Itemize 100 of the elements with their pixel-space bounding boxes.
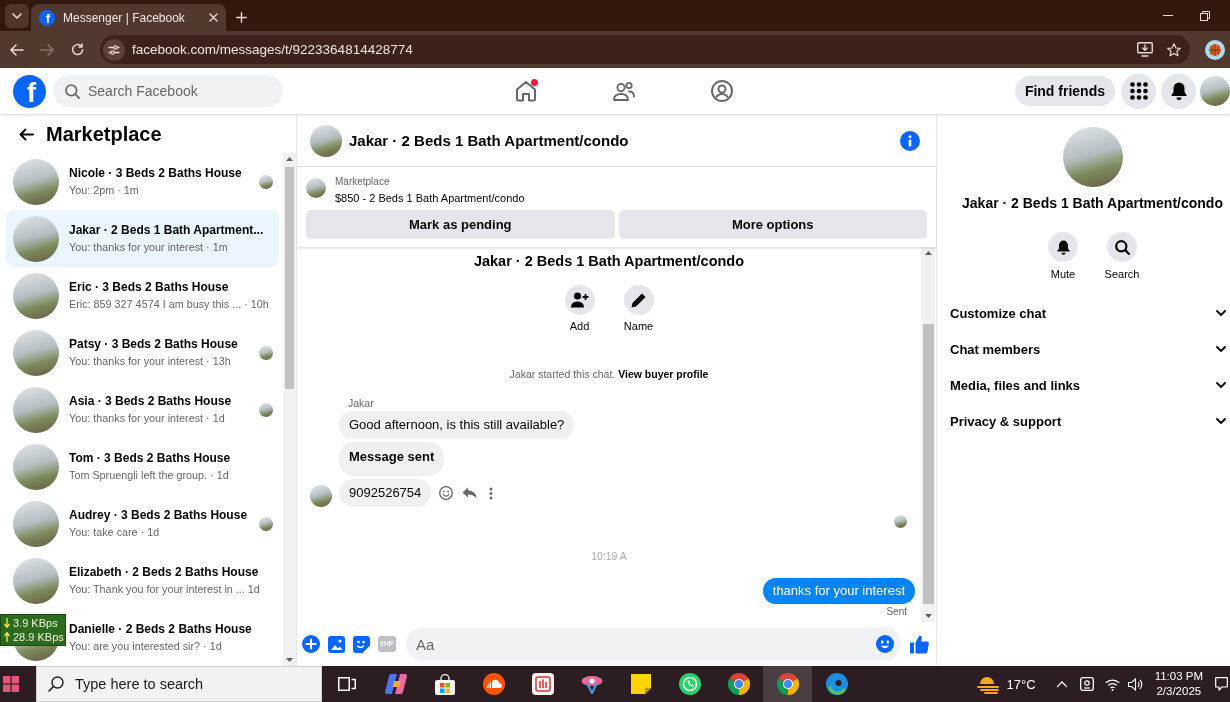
reload-icon[interactable] bbox=[70, 43, 84, 56]
menu-button[interactable] bbox=[1121, 73, 1156, 109]
clock-date[interactable]: 2/3/2025 bbox=[1156, 684, 1202, 699]
profile-photo[interactable] bbox=[1200, 76, 1230, 106]
scroll-down-icon[interactable] bbox=[286, 658, 293, 662]
scrollbar[interactable] bbox=[921, 247, 935, 622]
scrollbar[interactable] bbox=[283, 153, 296, 666]
listing-action-button[interactable]: More options bbox=[618, 210, 927, 239]
home-icon[interactable] bbox=[515, 80, 537, 102]
profile-icon[interactable] bbox=[1205, 39, 1225, 60]
chevron-up-icon[interactable] bbox=[1055, 680, 1068, 688]
message-bubble: 9092526754 bbox=[339, 479, 432, 507]
task-view-icon bbox=[337, 677, 356, 691]
plus-circle-icon[interactable] bbox=[302, 635, 320, 653]
plus-icon[interactable] bbox=[236, 12, 247, 23]
windows-icon[interactable] bbox=[3, 676, 19, 692]
avatar-photo bbox=[13, 386, 59, 433]
weather-temperature[interactable]: 17°C bbox=[1006, 676, 1036, 692]
mute-button[interactable] bbox=[1048, 232, 1078, 262]
action-label: Add bbox=[569, 319, 590, 333]
message-field[interactable]: Aa bbox=[406, 627, 901, 661]
listing-title: $850 - 2 Beds 1 Bath Apartment/condo bbox=[335, 191, 525, 205]
bell-icon bbox=[1170, 82, 1187, 100]
people-icon[interactable] bbox=[613, 81, 635, 101]
sticker-icon[interactable] bbox=[353, 635, 370, 653]
camera-icon[interactable] bbox=[1079, 677, 1094, 691]
back-icon[interactable] bbox=[19, 127, 34, 141]
image-icon[interactable] bbox=[328, 635, 345, 653]
scroll-down-icon[interactable] bbox=[924, 614, 932, 618]
scrollbar-thumb[interactable] bbox=[922, 324, 934, 604]
conversation-item[interactable]: Tom · 3 Beds 2 Baths House Tom Spruengli left the group. · 1d bbox=[6, 438, 279, 495]
seen-avatar bbox=[894, 515, 907, 528]
upload-speed: 28.9 KBps bbox=[13, 630, 64, 644]
weather-icon[interactable] bbox=[976, 674, 1001, 694]
app-logo[interactable]: f bbox=[13, 74, 46, 108]
volume-icon[interactable] bbox=[1127, 677, 1143, 691]
browser-icon bbox=[727, 673, 750, 695]
slanted-tiles-icon bbox=[384, 673, 407, 695]
browser-tab[interactable]: f Messenger | Facebook bbox=[31, 4, 226, 31]
close-icon[interactable] bbox=[209, 13, 218, 22]
conversation-item[interactable]: Asia · 3 Beds 2 Baths House You: thanks for your interest · 1d bbox=[6, 381, 279, 438]
scrollbar-thumb[interactable] bbox=[285, 167, 294, 389]
tab-search-button[interactable] bbox=[5, 4, 29, 28]
notifications-button[interactable] bbox=[1161, 73, 1196, 109]
search-button[interactable] bbox=[1107, 232, 1137, 262]
conversation-title: Danielle · 2 Beds 2 Baths House bbox=[69, 621, 252, 637]
conversation-title: Patsy · 3 Beds 2 Baths House bbox=[69, 336, 238, 352]
message-preview: You: thanks for your interest · 1m bbox=[69, 240, 228, 255]
settings-section[interactable]: Media, files and links bbox=[937, 367, 1230, 403]
person-circle-icon[interactable] bbox=[711, 80, 733, 102]
address-bar[interactable]: facebook.com/messages/t/9223364814428774 bbox=[100, 35, 1190, 64]
emoji-icon[interactable] bbox=[876, 635, 894, 653]
conversation-item[interactable]: Eric · 3 Beds 2 Baths House Eric: 859 327 4574 I am busy this ... · 10h bbox=[6, 267, 279, 324]
listing-action-button[interactable]: Mark as pending bbox=[306, 210, 615, 239]
info-icon[interactable] bbox=[900, 130, 920, 151]
clock-time[interactable]: 11:03 PM bbox=[1154, 669, 1203, 684]
message-time: 10:19 A bbox=[591, 549, 627, 563]
smiley-icon[interactable] bbox=[439, 486, 454, 500]
wifi-icon[interactable] bbox=[1104, 677, 1120, 691]
install-icon[interactable] bbox=[1137, 42, 1153, 57]
conversation-item[interactable]: Jakar · 2 Beds 1 Bath Apartment... You: thanks for your interest · 1m bbox=[6, 210, 279, 267]
search-icon bbox=[65, 84, 80, 99]
add-button[interactable] bbox=[564, 285, 595, 315]
avatar-photo bbox=[13, 443, 59, 490]
avatar-photo bbox=[310, 124, 342, 157]
settings-section[interactable]: Customize chat bbox=[937, 295, 1230, 331]
more-icon[interactable] bbox=[489, 486, 494, 500]
search-field[interactable]: Search Facebook bbox=[53, 75, 283, 107]
find-friends-button[interactable]: Find friends bbox=[1014, 76, 1115, 106]
settings-section[interactable]: Privacy & support bbox=[937, 403, 1230, 439]
message-preview: You: 2pm · 1m bbox=[69, 183, 139, 198]
conversation-item[interactable]: Nicole · 3 Beds 2 Baths House You: 2pm · 1m bbox=[6, 153, 279, 210]
scroll-up-icon[interactable] bbox=[924, 251, 932, 255]
message-preview: Tom Spruengli left the group. · 1d bbox=[69, 468, 229, 483]
avatar-photo bbox=[13, 158, 59, 205]
notification-icon[interactable] bbox=[1215, 677, 1228, 691]
tune-icon[interactable] bbox=[103, 38, 125, 61]
conversation-title: Jakar · 2 Beds 1 Bath Apartment... bbox=[69, 222, 264, 238]
browser-icon bbox=[776, 673, 799, 695]
rename-button[interactable] bbox=[623, 285, 654, 315]
avatar-photo bbox=[13, 272, 59, 319]
message-preview: Eric: 859 327 4574 I am busy this ... · 10h bbox=[69, 297, 269, 312]
taskbar-search-field[interactable]: Type here to search bbox=[36, 666, 322, 702]
search-icon bbox=[48, 676, 64, 692]
restore-icon[interactable] bbox=[1200, 10, 1210, 21]
conversation-title: Audrey · 3 Beds 2 Baths House bbox=[69, 507, 248, 523]
scroll-up-icon[interactable] bbox=[286, 157, 293, 161]
conversation-item[interactable]: Elizabeth · 2 Beds 2 Baths House You: Thank you for your interest in ... 1d bbox=[6, 552, 279, 609]
view-profile-link[interactable]: View buyer profile bbox=[618, 368, 709, 380]
cloud-icon bbox=[482, 673, 505, 695]
avatar-photo bbox=[13, 215, 59, 262]
sidebar-title: Marketplace bbox=[46, 122, 162, 146]
message-preview: You: Thank you for your interest in ... 1d bbox=[69, 582, 260, 597]
settings-section[interactable]: Chat members bbox=[937, 331, 1230, 367]
conversation-item[interactable]: Patsy · 3 Beds 2 Baths House You: thanks for your interest · 13h bbox=[6, 324, 279, 381]
star-icon[interactable] bbox=[1167, 42, 1181, 57]
thumbs-up-icon[interactable] bbox=[910, 634, 929, 654]
reply-icon[interactable] bbox=[462, 487, 478, 499]
download-speed: 3.9 KBps bbox=[13, 616, 58, 630]
conversation-item[interactable]: Audrey · 3 Beds 2 Baths House You: take care · 1d bbox=[6, 495, 279, 552]
